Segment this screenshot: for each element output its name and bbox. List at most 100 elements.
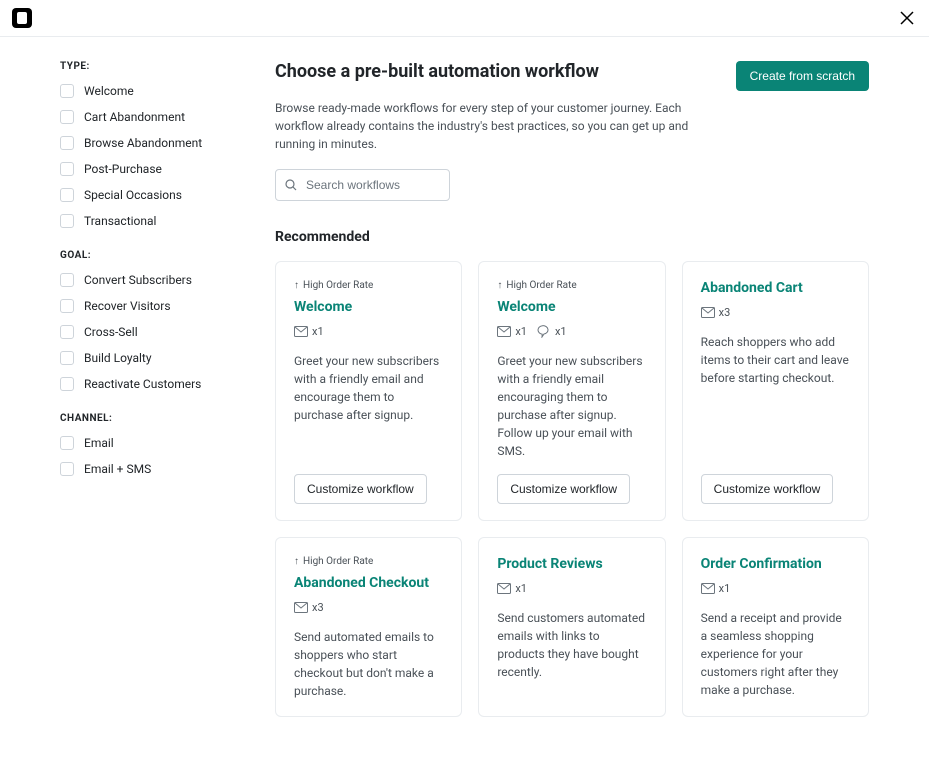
- channel-filter-item[interactable]: Email: [60, 436, 235, 450]
- checkbox[interactable]: [60, 351, 74, 365]
- type-filter-item[interactable]: Special Occasions: [60, 188, 235, 202]
- type-filter-item[interactable]: Post-Purchase: [60, 162, 235, 176]
- card-description: Greet your new subscribers with a friend…: [497, 352, 646, 460]
- checkbox[interactable]: [60, 299, 74, 313]
- channel-row: x1: [497, 582, 646, 595]
- email-icon: [497, 326, 511, 337]
- channel-filter-item[interactable]: Email + SMS: [60, 462, 235, 476]
- card-title: Order Confirmation: [701, 556, 850, 572]
- filter-label: Special Occasions: [84, 188, 182, 202]
- channel-row: x1: [701, 582, 850, 595]
- close-button[interactable]: [897, 8, 917, 28]
- goal-filter-item[interactable]: Cross-Sell: [60, 325, 235, 339]
- type-filter-item[interactable]: Browse Abandonment: [60, 136, 235, 150]
- checkbox[interactable]: [60, 325, 74, 339]
- card-title: Abandoned Cart: [701, 280, 850, 296]
- recommended-heading: Recommended: [275, 229, 869, 245]
- channel-count: x1: [555, 325, 567, 338]
- app-logo: [12, 8, 32, 28]
- search-icon: [285, 179, 297, 191]
- workflow-card: Product Reviews x1 Send customers automate…: [478, 537, 665, 717]
- filter-label: Browse Abandonment: [84, 136, 202, 150]
- create-from-scratch-button[interactable]: Create from scratch: [736, 61, 869, 91]
- search-input[interactable]: [275, 169, 450, 201]
- sms-icon: [537, 325, 551, 338]
- filter-label: Transactional: [84, 214, 156, 228]
- checkbox[interactable]: [60, 273, 74, 287]
- channel-count: x1: [312, 325, 324, 338]
- card-title: Welcome: [294, 299, 443, 315]
- channel-indicator: x1: [701, 582, 731, 595]
- goal-heading: GOAL:: [60, 250, 235, 261]
- card-description: Greet your new subscribers with a friend…: [294, 352, 443, 460]
- goal-filter-item[interactable]: Reactivate Customers: [60, 377, 235, 391]
- card-title: Abandoned Checkout: [294, 575, 443, 591]
- channel-row: x3: [294, 601, 443, 614]
- channel-row: x1: [294, 325, 443, 338]
- type-filter-item[interactable]: Transactional: [60, 214, 235, 228]
- email-icon: [701, 583, 715, 594]
- channel-count: x1: [719, 582, 731, 595]
- customize-workflow-button[interactable]: Customize workflow: [294, 474, 427, 504]
- channel-count: x1: [515, 582, 527, 595]
- arrow-up-icon: ↑: [294, 280, 299, 291]
- email-icon: [701, 307, 715, 318]
- card-title: Product Reviews: [497, 556, 646, 572]
- workflow-card: Order Confirmation x1 Send a receipt and p…: [682, 537, 869, 717]
- arrow-up-icon: ↑: [497, 280, 502, 291]
- checkbox[interactable]: [60, 462, 74, 476]
- checkbox[interactable]: [60, 377, 74, 391]
- type-heading: TYPE:: [60, 61, 235, 72]
- goal-filter-item[interactable]: Recover Visitors: [60, 299, 235, 313]
- filter-label: Reactivate Customers: [84, 377, 201, 391]
- type-filter-item[interactable]: Welcome: [60, 84, 235, 98]
- checkbox[interactable]: [60, 436, 74, 450]
- customize-workflow-button[interactable]: Customize workflow: [497, 474, 630, 504]
- channel-count: x3: [719, 306, 731, 319]
- type-filter-item[interactable]: Cart Abandonment: [60, 110, 235, 124]
- channel-indicator: x1: [497, 582, 527, 595]
- email-icon: [294, 602, 308, 613]
- filter-label: Welcome: [84, 84, 134, 98]
- close-icon: [900, 11, 914, 25]
- filter-label: Post-Purchase: [84, 162, 162, 176]
- card-description: Send automated emails to shoppers who st…: [294, 628, 443, 700]
- card-tag: ↑High Order Rate: [294, 556, 443, 567]
- filter-label: Convert Subscribers: [84, 273, 192, 287]
- checkbox[interactable]: [60, 136, 74, 150]
- checkbox[interactable]: [60, 162, 74, 176]
- card-tag: ↑High Order Rate: [294, 280, 443, 291]
- workflow-card: ↑High Order Rate Welcome x1 Greet your new …: [275, 261, 462, 521]
- channel-indicator: x1: [294, 325, 324, 338]
- channel-indicator: x1: [497, 325, 527, 338]
- channel-indicator: x3: [294, 601, 324, 614]
- page-description: Browse ready-made workflows for every st…: [275, 99, 695, 153]
- goal-filter-item[interactable]: Build Loyalty: [60, 351, 235, 365]
- customize-workflow-button[interactable]: Customize workflow: [701, 474, 834, 504]
- checkbox[interactable]: [60, 188, 74, 202]
- filter-label: Email + SMS: [84, 462, 151, 476]
- filter-sidebar: TYPE: Welcome Cart Abandonment Browse Aban…: [60, 61, 235, 717]
- workflow-card: ↑High Order Rate Abandoned Checkout x3 Send…: [275, 537, 462, 717]
- filter-label: Cart Abandonment: [84, 110, 185, 124]
- card-description: Send a receipt and provide a seamless sh…: [701, 609, 850, 700]
- card-title: Welcome: [497, 299, 646, 315]
- channel-indicator: x3: [701, 306, 731, 319]
- goal-filter-item[interactable]: Convert Subscribers: [60, 273, 235, 287]
- email-icon: [497, 583, 511, 594]
- filter-label: Build Loyalty: [84, 351, 152, 365]
- channel-row: x3: [701, 306, 850, 319]
- checkbox[interactable]: [60, 214, 74, 228]
- channel-heading: CHANNEL:: [60, 413, 235, 424]
- workflow-card: ↑High Order RateWelcomex1x1Greet your ne…: [478, 261, 665, 521]
- checkbox[interactable]: [60, 110, 74, 124]
- channel-count: x3: [312, 601, 324, 614]
- filter-label: Recover Visitors: [84, 299, 171, 313]
- email-icon: [294, 326, 308, 337]
- card-description: Reach shoppers who add items to their ca…: [701, 333, 850, 460]
- main-content: Choose a pre-built automation workflow C…: [275, 61, 869, 717]
- filter-label: Cross-Sell: [84, 325, 138, 339]
- card-description: Send customers automated emails with lin…: [497, 609, 646, 700]
- channel-indicator: x1: [537, 325, 567, 338]
- checkbox[interactable]: [60, 84, 74, 98]
